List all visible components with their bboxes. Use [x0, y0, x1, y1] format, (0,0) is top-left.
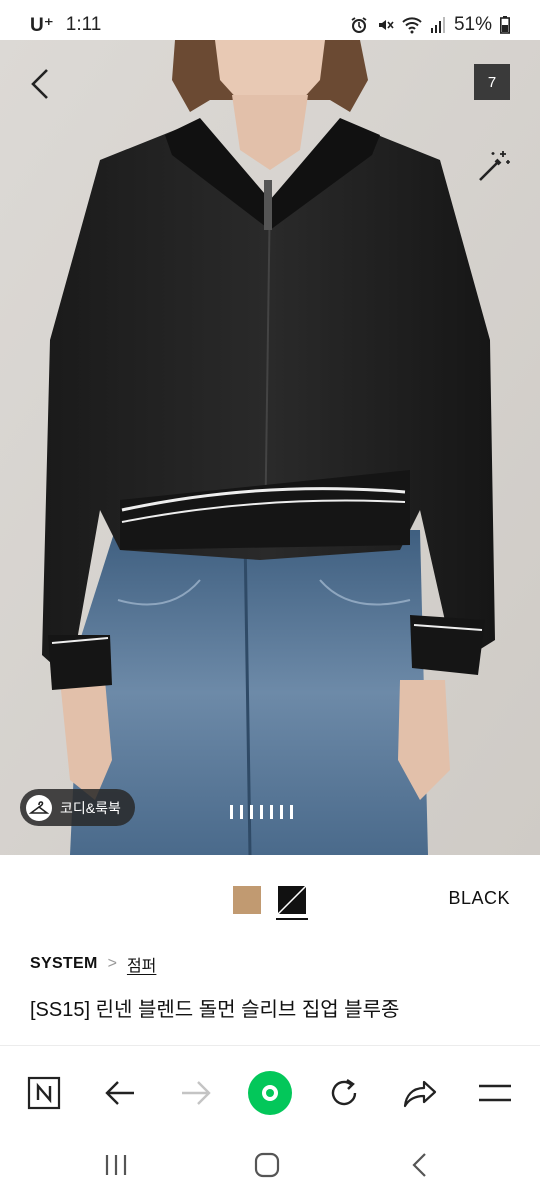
menu-icon: [479, 1084, 511, 1102]
recent-apps-icon: [105, 1155, 127, 1175]
back-arrow-icon: [105, 1081, 134, 1105]
status-right: 51%: [350, 14, 510, 36]
wifi-icon: [402, 17, 422, 34]
green-dot-icon: [248, 1071, 292, 1115]
refresh-button[interactable]: [321, 1070, 367, 1116]
category-link[interactable]: 점퍼: [127, 952, 156, 976]
forward-arrow-icon: [182, 1081, 211, 1105]
menu-button[interactable]: [472, 1070, 518, 1116]
browser-back-button[interactable]: [97, 1070, 143, 1116]
back-icon: [412, 1153, 426, 1177]
pager-dot: [250, 805, 253, 819]
refresh-icon: [331, 1079, 357, 1106]
alarm-icon: [351, 17, 367, 33]
green-dot-button[interactable]: [247, 1070, 293, 1116]
brand-link[interactable]: SYSTEM: [30, 955, 98, 973]
magic-wand-button[interactable]: [476, 148, 512, 184]
recent-apps-button[interactable]: [96, 1148, 136, 1182]
naver-home-button[interactable]: [21, 1070, 67, 1116]
selected-swatch-underline: [276, 918, 308, 920]
image-count-badge[interactable]: 7: [474, 64, 510, 100]
product-title: [SS15] 린넨 블렌드 돌먼 슬리브 집업 블루종: [30, 999, 400, 1021]
color-selector: BLACK: [0, 870, 540, 930]
back-button[interactable]: [20, 64, 60, 104]
product-image-carousel[interactable]: 7 코디&룩북: [0, 40, 540, 855]
status-left: U⁺ 1:11: [30, 14, 101, 37]
color-swatch-black[interactable]: [278, 886, 306, 914]
product-photo: [0, 40, 540, 855]
coordi-lookbook-button[interactable]: 코디&룩북: [20, 789, 135, 826]
system-back-button[interactable]: [400, 1148, 440, 1182]
chevron-right-icon: >: [107, 955, 117, 972]
pager-dot: [260, 805, 263, 819]
color-swatch-beige[interactable]: [233, 886, 261, 914]
magic-wand-icon: [479, 151, 510, 181]
home-button[interactable]: [247, 1148, 287, 1182]
pager-dot: [230, 805, 233, 819]
battery-percent: 51%: [453, 14, 492, 35]
home-icon: [254, 1152, 280, 1178]
system-nav-bar: [0, 1130, 540, 1200]
naver-n-icon: [27, 1076, 61, 1110]
selected-color-label: BLACK: [448, 888, 510, 908]
chevron-left-icon: [31, 69, 48, 99]
share-button[interactable]: [397, 1070, 443, 1116]
hanger-icon: [26, 794, 52, 821]
pager-dot: [240, 805, 243, 819]
carousel-pager: [230, 805, 293, 819]
share-icon: [403, 1080, 437, 1108]
pager-dot: [280, 805, 283, 819]
breadcrumb: SYSTEM > 점퍼: [30, 952, 156, 976]
battery-icon: [500, 16, 510, 34]
pager-dot: [290, 805, 293, 819]
signal-icon: [430, 17, 445, 33]
mute-icon: [378, 20, 394, 30]
browser-toolbar: [0, 1045, 540, 1140]
clock: 1:11: [65, 14, 102, 35]
coordi-label: 코디&룩북: [60, 799, 121, 816]
pager-dot: [270, 805, 273, 819]
browser-forward-button[interactable]: [173, 1070, 219, 1116]
carrier-label: U⁺: [30, 14, 54, 36]
